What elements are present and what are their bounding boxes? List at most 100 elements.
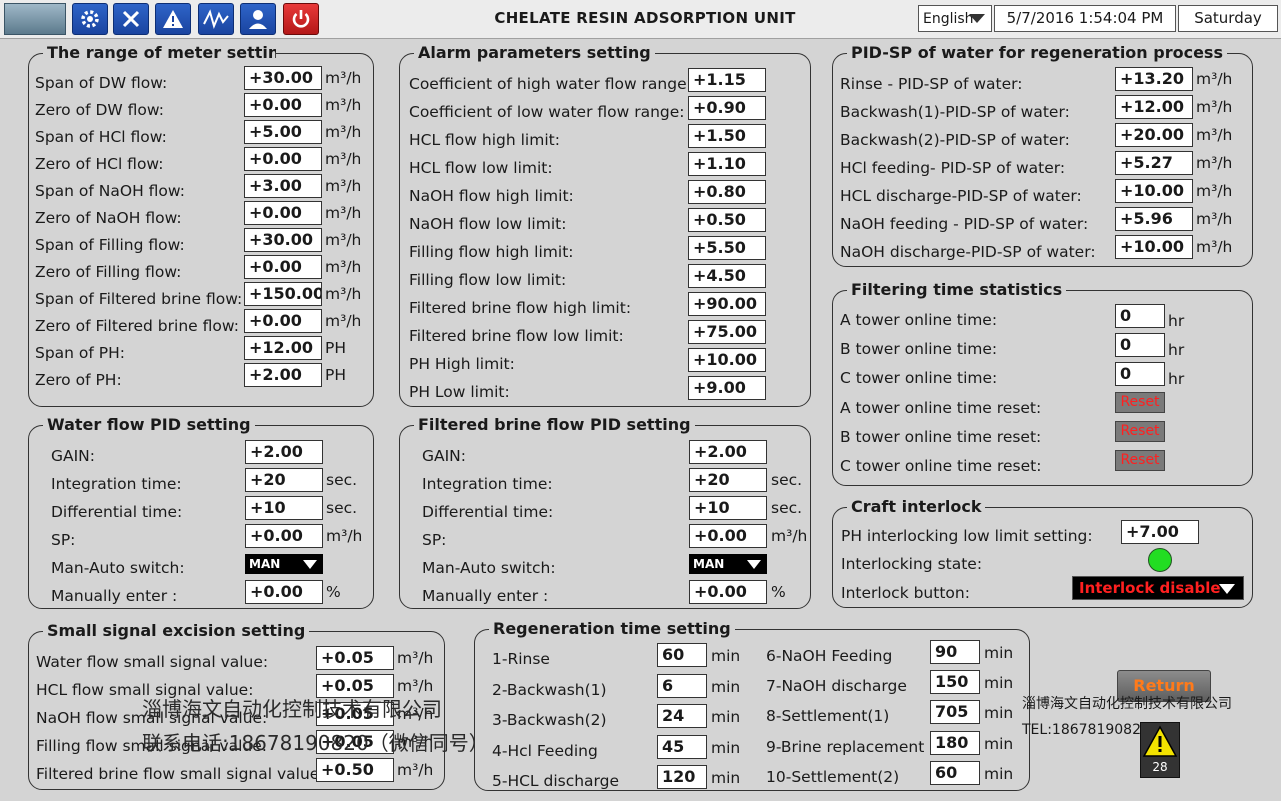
alarm-row-input[interactable]: +10.00 bbox=[688, 348, 766, 372]
pid-sp-row-label: Rinse - PID-SP of water: bbox=[840, 75, 1023, 93]
pid-sp-row-input[interactable]: +10.00 bbox=[1115, 235, 1193, 259]
regen-step-input[interactable]: 90 bbox=[930, 640, 980, 664]
pid-sp-row-input[interactable]: +20.00 bbox=[1115, 123, 1193, 147]
meter-row-unit: m³/h bbox=[325, 150, 362, 168]
alarm-title: Alarm parameters setting bbox=[414, 43, 655, 63]
brine-pid-int-input[interactable]: +20 bbox=[689, 468, 767, 492]
regen-step-label: 8-Settlement(1) bbox=[766, 707, 890, 726]
plant-overview-icon[interactable] bbox=[4, 3, 66, 35]
regen-step-input[interactable]: 60 bbox=[657, 643, 707, 667]
water-pid-mode-select[interactable]: MAN bbox=[245, 554, 323, 574]
regen-step-input[interactable]: 6 bbox=[657, 673, 707, 698]
water-pid-gain-input[interactable]: +2.00 bbox=[245, 440, 323, 464]
chevron-down-icon bbox=[747, 560, 761, 569]
water-pid-gain-label: GAIN: bbox=[51, 447, 96, 465]
regen-step-input[interactable]: 45 bbox=[657, 734, 707, 759]
meter-row-label: Span of DW flow: bbox=[35, 74, 168, 92]
meter-row-input[interactable]: +0.00 bbox=[244, 255, 322, 279]
alarm-row-input[interactable]: +0.90 bbox=[688, 96, 766, 120]
regen-step-input[interactable]: 60 bbox=[930, 760, 980, 785]
warning-icon[interactable] bbox=[155, 3, 191, 35]
meter-row-input[interactable]: +3.00 bbox=[244, 174, 322, 198]
regen-step-label: 1-Rinse bbox=[492, 650, 550, 668]
regen-step-input[interactable]: 180 bbox=[930, 730, 980, 755]
tower-reset-label: A tower online time reset: bbox=[840, 399, 1042, 417]
alarm-row-label: PH High limit: bbox=[409, 355, 515, 373]
trend-icon[interactable] bbox=[198, 3, 234, 35]
meter-row-input[interactable]: +5.00 bbox=[244, 120, 322, 144]
alarm-row-input[interactable]: +5.50 bbox=[688, 236, 766, 260]
pid-sp-row-input[interactable]: +13.20 bbox=[1115, 67, 1193, 91]
alarm-row-input[interactable]: +9.00 bbox=[688, 376, 766, 400]
alarm-row-input[interactable]: +4.50 bbox=[688, 264, 766, 288]
meter-row-label: Span of Filtered brine flow: bbox=[35, 290, 243, 308]
alarm-row-label: NaOH flow high limit: bbox=[409, 187, 574, 205]
small-signal-input[interactable]: +0.05 bbox=[316, 646, 394, 670]
regen-step-input[interactable]: 150 bbox=[930, 670, 980, 695]
tower-time-value: 0 bbox=[1115, 362, 1165, 386]
brine-pid-mode-select[interactable]: MAN bbox=[689, 554, 767, 574]
regen-step-unit: min bbox=[984, 764, 1014, 783]
meter-row-label: Span of Filling flow: bbox=[35, 236, 185, 254]
alarm-row-input[interactable]: +1.50 bbox=[688, 124, 766, 148]
meter-row-label: Zero of HCl flow: bbox=[35, 155, 164, 173]
ph-interlock-label: PH interlocking low limit setting: bbox=[841, 527, 1093, 545]
water-pid-int-input[interactable]: +20 bbox=[245, 468, 323, 492]
tools-icon[interactable] bbox=[113, 3, 149, 35]
tower-reset-button[interactable]: Reset bbox=[1115, 421, 1165, 442]
pid-sp-row-unit: m³/h bbox=[1196, 98, 1233, 116]
alarm-indicator[interactable]: 28 bbox=[1140, 722, 1180, 778]
meter-row-input[interactable]: +0.00 bbox=[244, 309, 322, 333]
water-pid-sp-input[interactable]: +0.00 bbox=[245, 524, 323, 548]
alarm-row-input[interactable]: +0.80 bbox=[688, 180, 766, 204]
meter-row-input[interactable]: +0.00 bbox=[244, 93, 322, 117]
alarm-row-label: Filling flow low limit: bbox=[409, 271, 567, 289]
regen-step-input[interactable]: 120 bbox=[657, 765, 707, 789]
pid-sp-row-input[interactable]: +5.27 bbox=[1115, 151, 1193, 175]
meter-row-input[interactable]: +30.00 bbox=[244, 66, 322, 90]
pid-sp-row-label: NaOH discharge-PID-SP of water: bbox=[840, 243, 1096, 261]
alarm-row-label: Coefficient of high water flow range: bbox=[409, 75, 692, 93]
filtering-title: Filtering time statistics bbox=[847, 280, 1067, 300]
brine-pid-diff-input[interactable]: +10 bbox=[689, 496, 767, 520]
interlock-button-label: Interlock button: bbox=[841, 584, 970, 602]
interlock-select[interactable]: Interlock disable bbox=[1072, 576, 1244, 600]
water-pid-diff-input[interactable]: +10 bbox=[245, 496, 323, 520]
regen-step-input[interactable]: 24 bbox=[657, 704, 707, 728]
regen-step-label: 9-Brine replacement bbox=[766, 737, 925, 756]
water-pid-mode-value: MAN bbox=[249, 557, 281, 571]
meter-row-input[interactable]: +2.00 bbox=[244, 363, 322, 387]
meter-row-input[interactable]: +12.00 bbox=[244, 336, 322, 360]
alarm-row-input[interactable]: +0.50 bbox=[688, 208, 766, 232]
power-icon[interactable] bbox=[283, 3, 319, 35]
alarm-row-input[interactable]: +75.00 bbox=[688, 320, 766, 344]
pid-sp-row-label: HCl feeding- PID-SP of water: bbox=[840, 159, 1066, 177]
alarm-row-input[interactable]: +1.10 bbox=[688, 152, 766, 176]
small-signal-input[interactable]: +0.50 bbox=[316, 758, 394, 782]
meter-row-input[interactable]: +150.00 bbox=[244, 282, 322, 306]
meter-row-input[interactable]: +30.00 bbox=[244, 228, 322, 252]
brine-pid-gain-input[interactable]: +2.00 bbox=[689, 440, 767, 464]
regen-step-unit: min bbox=[711, 677, 741, 696]
water-pid-manual-input[interactable]: +0.00 bbox=[245, 580, 323, 604]
language-select[interactable]: English bbox=[918, 5, 992, 32]
pid-sp-row-input[interactable]: +5.96 bbox=[1115, 207, 1193, 231]
pid-sp-row-input[interactable]: +10.00 bbox=[1115, 179, 1193, 203]
meter-row-unit: m³/h bbox=[325, 96, 362, 114]
alarm-row-input[interactable]: +1.15 bbox=[688, 68, 766, 92]
meter-row-input[interactable]: +0.00 bbox=[244, 201, 322, 225]
ph-interlock-input[interactable]: +7.00 bbox=[1121, 520, 1199, 544]
brine-pid-sp-input[interactable]: +0.00 bbox=[689, 524, 767, 548]
interlock-select-value: Interlock disable bbox=[1079, 579, 1221, 597]
regen-step-input[interactable]: 705 bbox=[930, 700, 980, 725]
meter-row-input[interactable]: +0.00 bbox=[244, 147, 322, 171]
tower-reset-button[interactable]: Reset bbox=[1115, 392, 1165, 413]
datetime-display: 5/7/2016 1:54:04 PM bbox=[994, 5, 1176, 32]
operator-icon[interactable] bbox=[240, 3, 276, 35]
gear-icon[interactable] bbox=[72, 3, 108, 35]
tower-reset-button[interactable]: Reset bbox=[1115, 450, 1165, 471]
pid-sp-row-input[interactable]: +12.00 bbox=[1115, 95, 1193, 119]
brine-pid-manual-input[interactable]: +0.00 bbox=[689, 580, 767, 604]
alarm-row-input[interactable]: +90.00 bbox=[688, 292, 766, 316]
meter-row-unit: PH bbox=[325, 366, 347, 384]
